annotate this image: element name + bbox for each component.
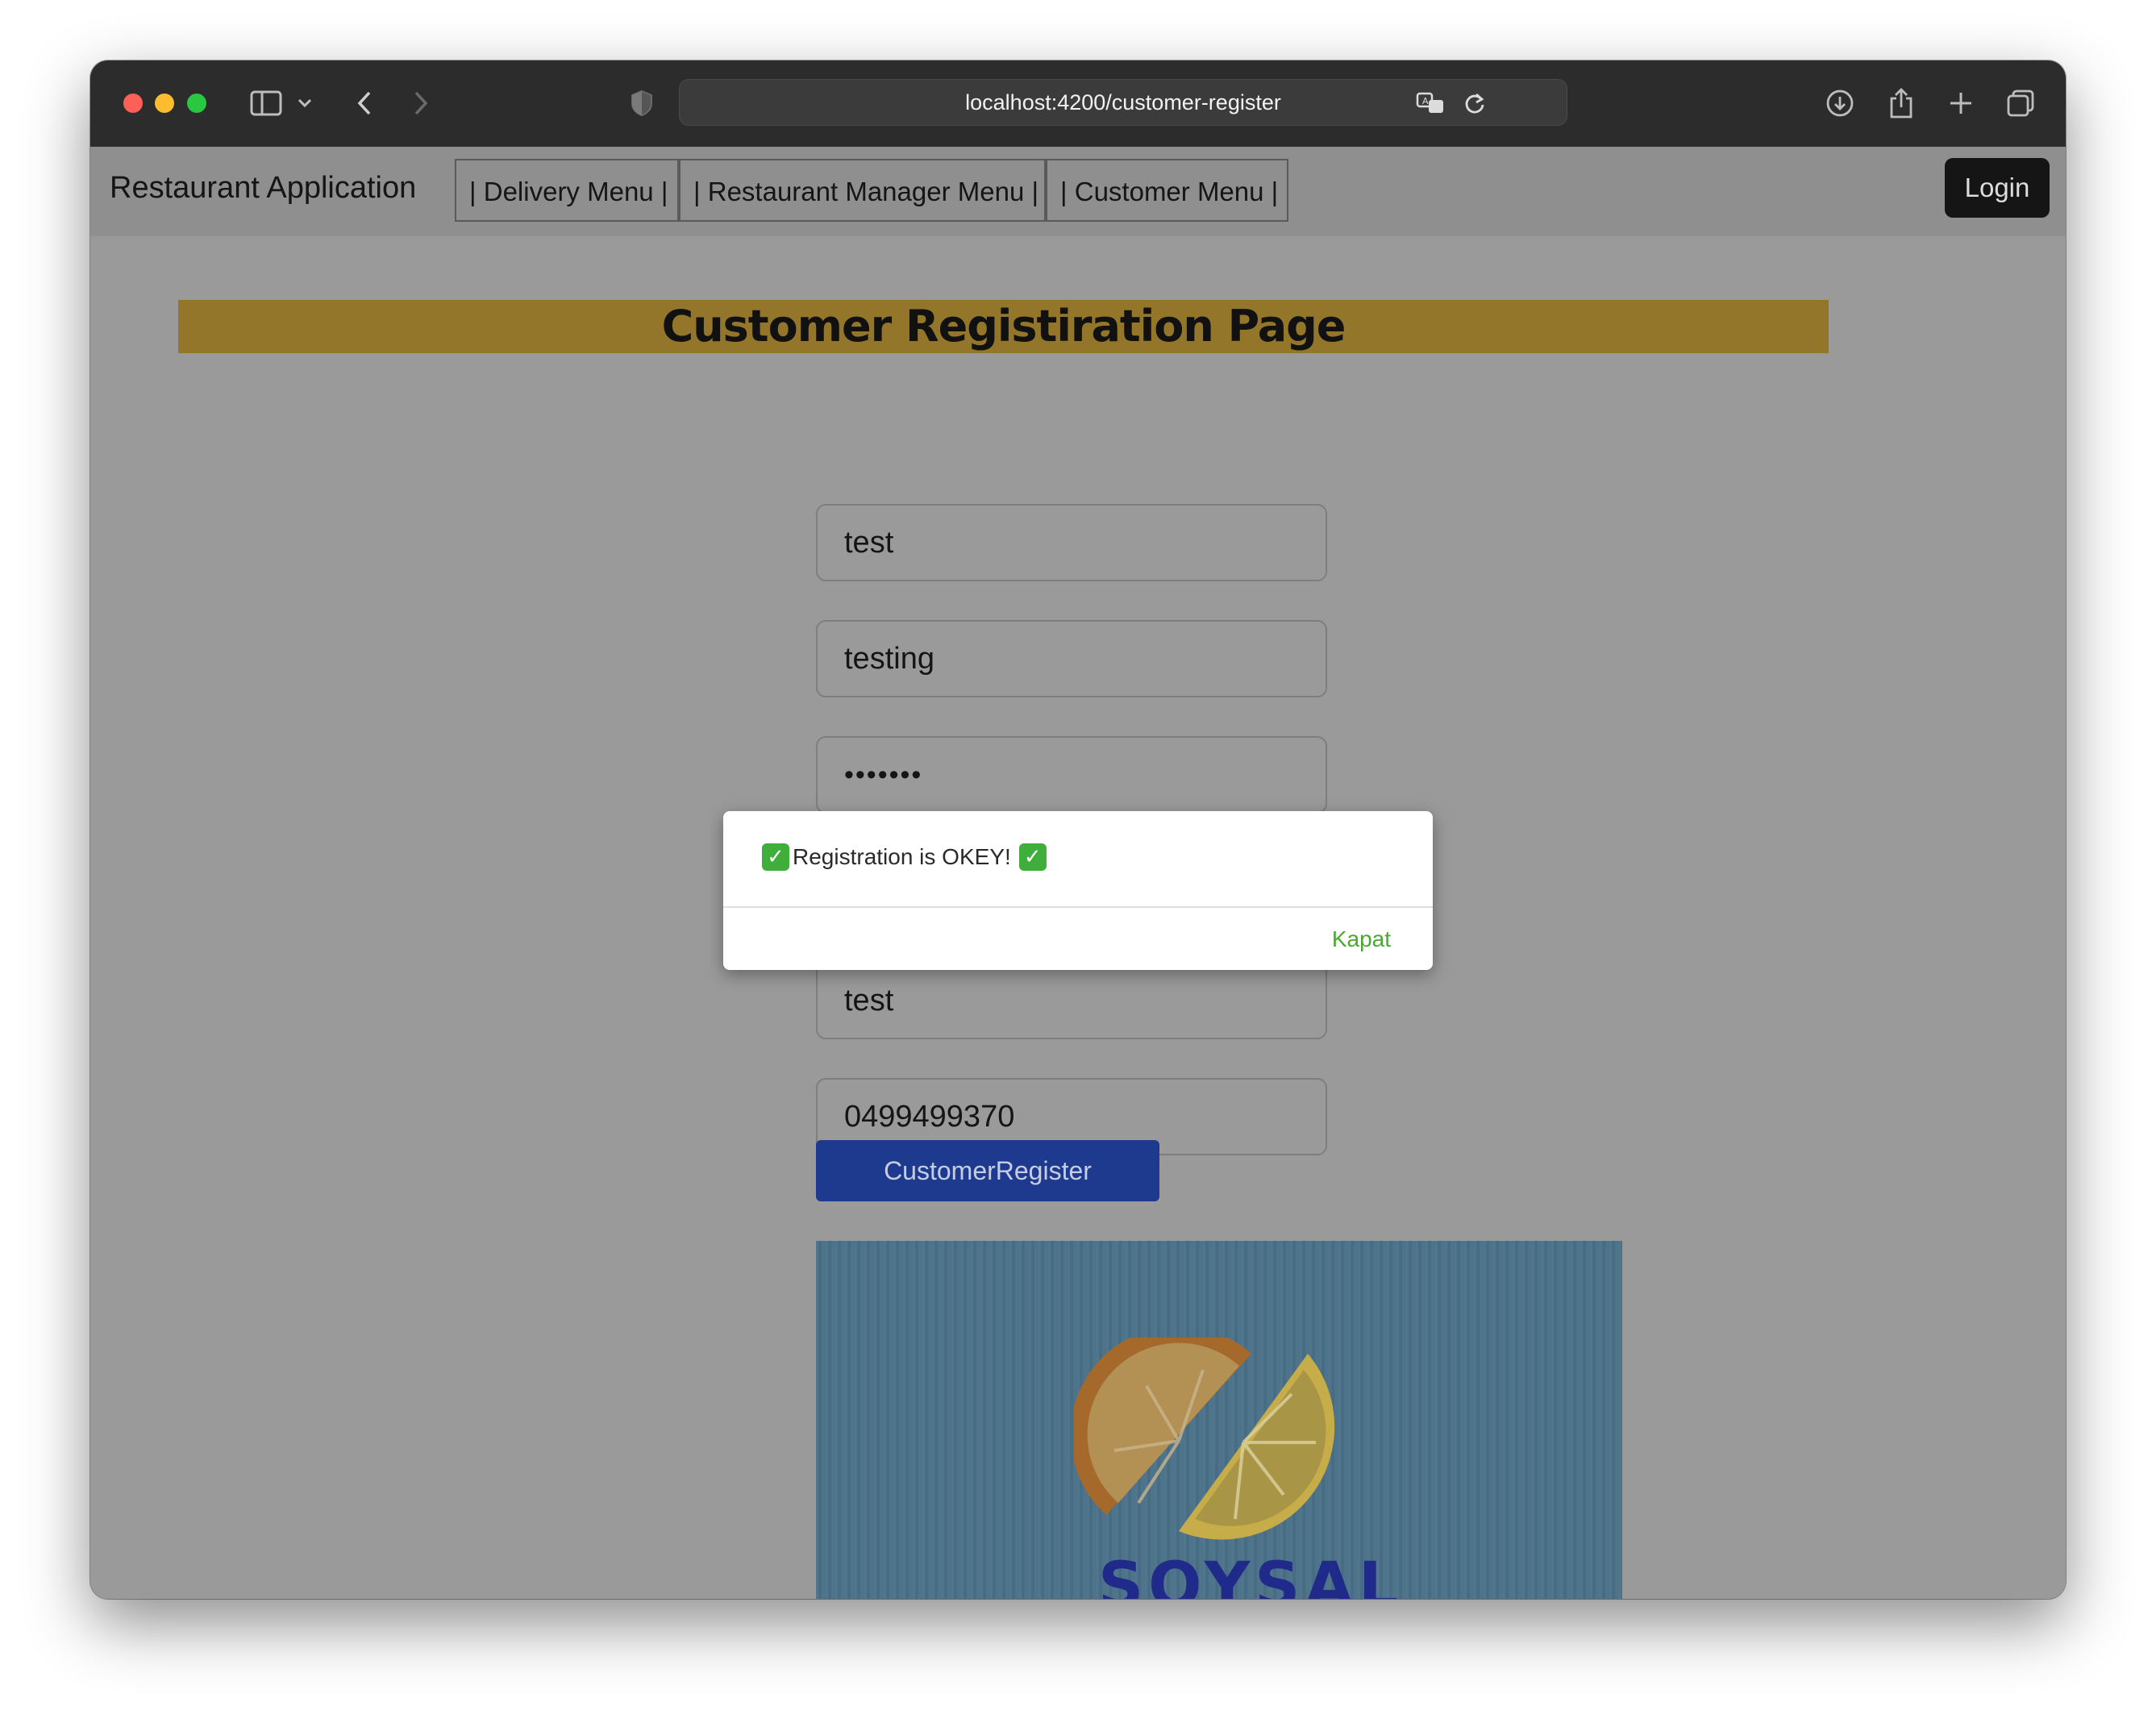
nav-customer-menu[interactable]: | Customer Menu |: [1046, 159, 1288, 222]
browser-window: localhost:4200/customer-register A Resta…: [90, 60, 2066, 1599]
svg-text:A: A: [1422, 96, 1429, 106]
zoom-window-button[interactable]: [187, 94, 206, 113]
browser-toolbar: localhost:4200/customer-register A: [90, 60, 2066, 148]
dialog-divider: [723, 906, 1433, 908]
close-window-button[interactable]: [123, 94, 143, 113]
app-navbar: Restaurant Application | Delivery Menu |…: [90, 147, 2066, 236]
sidebar-icon[interactable]: [248, 85, 285, 122]
username-field[interactable]: testing: [816, 620, 1327, 697]
brand-title[interactable]: Restaurant Application: [110, 171, 416, 206]
minimize-window-button[interactable]: [155, 94, 174, 113]
first-name-field[interactable]: test: [816, 504, 1327, 581]
citrus-logo-icon: [1074, 1338, 1335, 1540]
download-icon[interactable]: [1822, 85, 1858, 122]
privacy-shield-icon[interactable]: [627, 85, 656, 122]
check-mark-icon: ✓: [1018, 843, 1047, 871]
translate-icon[interactable]: A: [1413, 85, 1449, 122]
forward-icon[interactable]: [405, 85, 437, 122]
login-button[interactable]: Login: [1945, 158, 2050, 218]
nav-restaurant-manager-menu[interactable]: | Restaurant Manager Menu |: [679, 159, 1046, 222]
check-mark-icon: ✓: [762, 843, 789, 871]
restaurant-logo-banner: SOYSAL: [816, 1241, 1622, 1599]
password-field[interactable]: •••••••: [816, 736, 1327, 814]
reload-icon[interactable]: [1459, 85, 1491, 122]
dialog-message: Registration is OKEY!: [793, 844, 1011, 869]
page-title: Customer Registiration Page: [661, 301, 1346, 352]
dialog-close-button[interactable]: Kapat: [1332, 926, 1391, 952]
dialog-message-row: ✓ Registration is OKEY! ✓: [762, 843, 1047, 871]
alert-dialog: ✓ Registration is OKEY! ✓ Kapat: [723, 811, 1433, 970]
nav-delivery-menu[interactable]: | Delivery Menu |: [455, 159, 679, 222]
address-field[interactable]: test: [816, 962, 1327, 1039]
page-viewport: Restaurant Application | Delivery Menu |…: [90, 147, 2066, 1599]
customer-register-button[interactable]: CustomerRegister: [816, 1140, 1159, 1201]
banner-brand-text: SOYSAL: [1098, 1550, 1404, 1599]
share-icon[interactable]: [1883, 85, 1919, 122]
tab-overview-icon[interactable]: [2003, 85, 2038, 122]
address-bar[interactable]: localhost:4200/customer-register A: [679, 79, 1567, 126]
new-tab-icon[interactable]: [1943, 85, 1979, 122]
back-icon[interactable]: [348, 85, 381, 122]
chevron-down-icon[interactable]: [294, 85, 315, 122]
page-title-bar: Customer Registiration Page: [178, 300, 1829, 353]
